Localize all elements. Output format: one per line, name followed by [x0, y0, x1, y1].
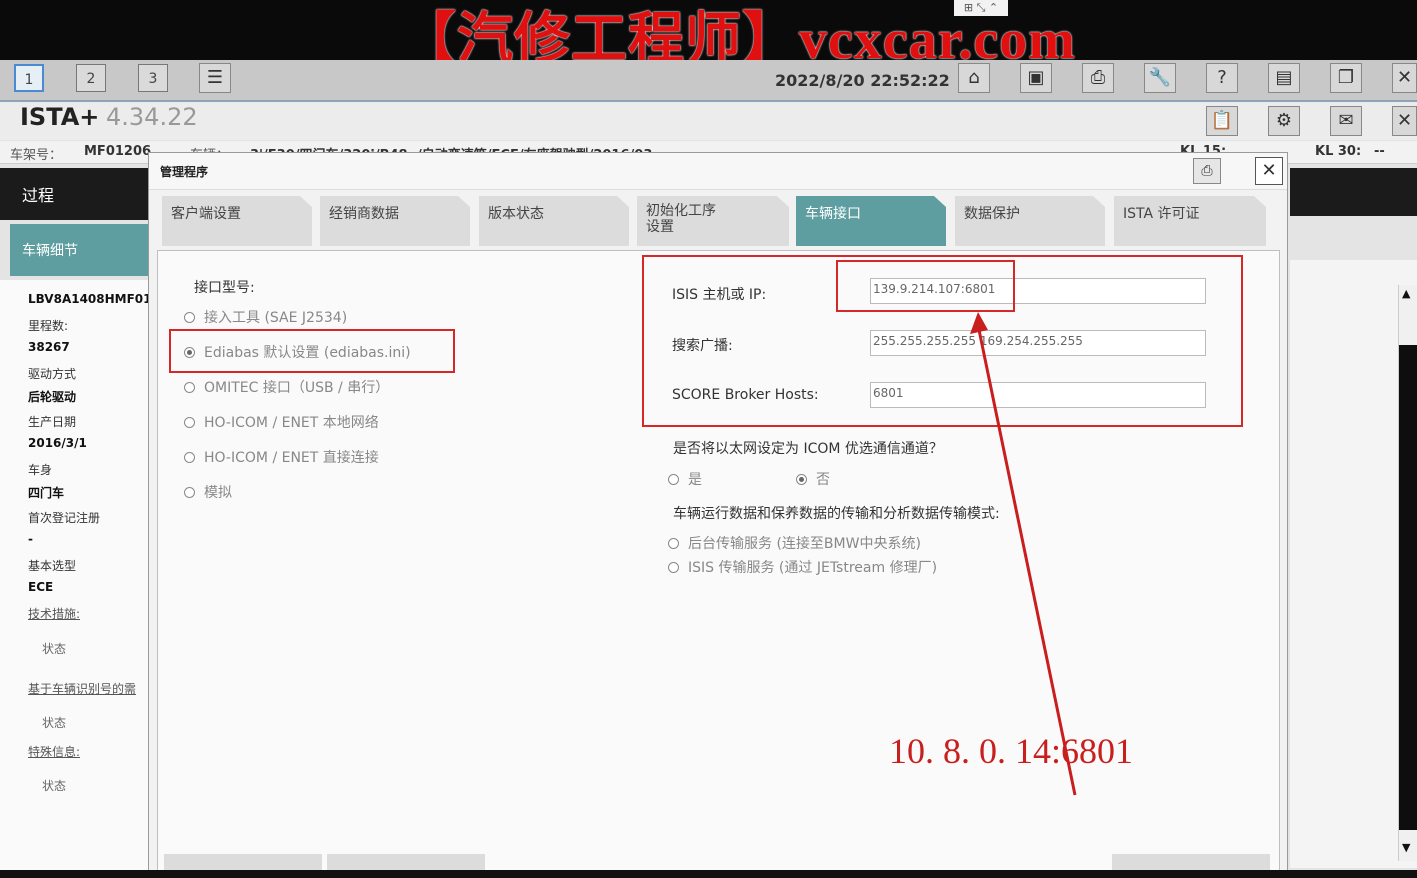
dialog-button[interactable] [327, 854, 485, 870]
arrow-line [976, 324, 1077, 796]
dialog-button[interactable] [1112, 854, 1270, 870]
annotation-ip-text: 10. 8. 0. 14:6801 [889, 731, 1134, 771]
annotation-arrow [970, 312, 1077, 796]
dialog-button[interactable] [164, 854, 322, 870]
bottom-bar [0, 870, 1417, 878]
arrow-head [970, 312, 988, 334]
